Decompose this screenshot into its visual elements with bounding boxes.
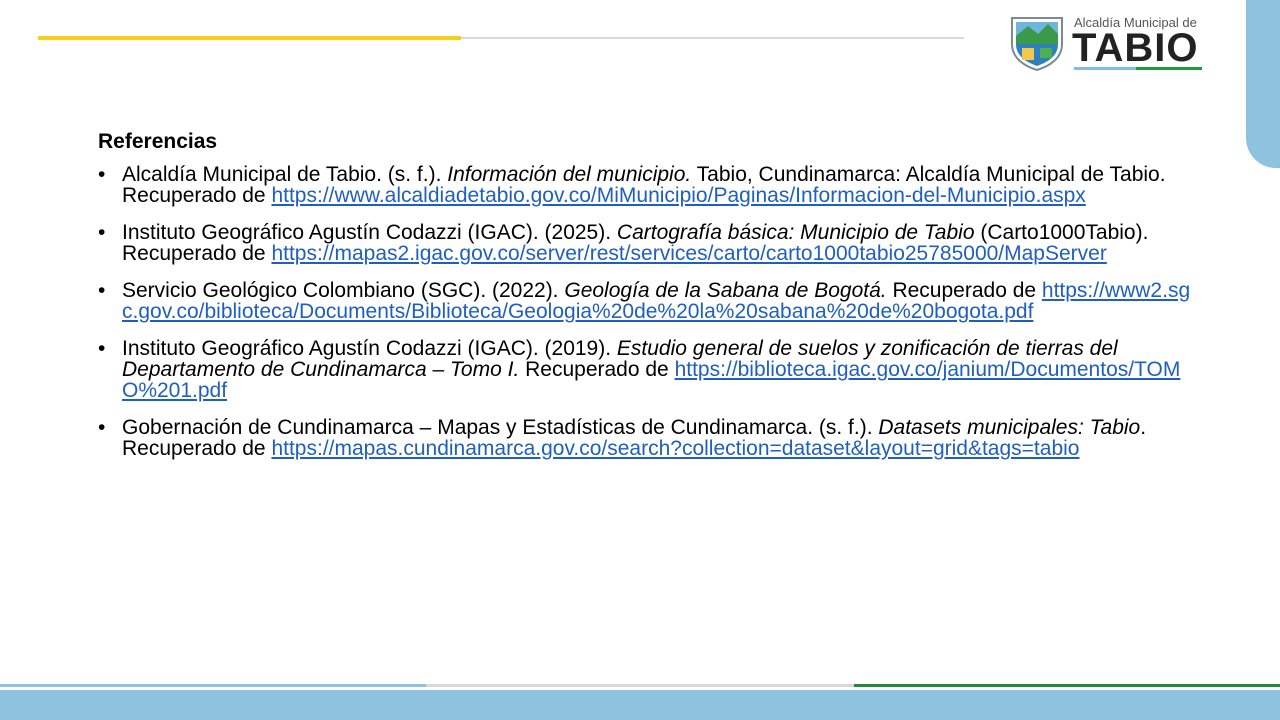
tabio-logo: Alcaldía Municipal de TABIO <box>1008 14 1208 72</box>
footer-line-gray <box>426 684 854 687</box>
reference-author: Instituto Geográfico Agustín Codazzi (IG… <box>122 221 617 244</box>
reference-title: Geología de la Sabana de Bogotá. <box>564 279 887 302</box>
reference-author: Servicio Geológico Colombiano (SGC). (20… <box>122 279 565 302</box>
reference-author: Gobernación de Cundinamarca – Mapas y Es… <box>122 416 879 439</box>
logo-underline-blue <box>1074 67 1136 70</box>
reference-item: • Servicio Geológico Colombiano (SGC). (… <box>98 280 1198 322</box>
bullet-icon: • <box>98 221 106 244</box>
footer-line-blue <box>0 684 426 687</box>
logo-title: TABIO <box>1072 26 1199 70</box>
reference-item: • Instituto Geográfico Agustín Codazzi (… <box>98 222 1198 264</box>
reference-author: Alcaldía Municipal de Tabio. (s. f.). <box>122 163 448 186</box>
references-section: Referencias • Alcaldía Municipal de Tabi… <box>98 130 1198 475</box>
reference-item: • Instituto Geográfico Agustín Codazzi (… <box>98 338 1198 401</box>
reference-link[interactable]: https://mapas.cundinamarca.gov.co/search… <box>271 437 1079 460</box>
reference-link[interactable]: https://mapas2.igac.gov.co/server/rest/s… <box>271 242 1106 265</box>
corner-decoration <box>1246 0 1280 168</box>
bullet-icon: • <box>98 279 106 302</box>
reference-item: • Alcaldía Municipal de Tabio. (s. f.). … <box>98 164 1198 206</box>
reference-title: Cartografía básica: Municipio de Tabio <box>616 221 975 244</box>
reference-title: Datasets municipales: Tabio <box>878 416 1141 439</box>
section-heading: Referencias <box>98 130 218 153</box>
footer-line-green <box>854 684 1280 687</box>
reference-author: Instituto Geográfico Agustín Codazzi (IG… <box>122 337 617 360</box>
bullet-icon: • <box>98 337 106 360</box>
header-accent-line <box>38 36 461 40</box>
reference-title: Información del municipio. <box>447 163 692 186</box>
bullet-icon: • <box>98 416 106 439</box>
bullet-icon: • <box>98 163 106 186</box>
reference-source: Recuperado de <box>886 279 1042 302</box>
reference-source: Recuperado de <box>519 358 675 381</box>
logo-underline-green <box>1136 67 1202 70</box>
reference-item: • Gobernación de Cundinamarca – Mapas y … <box>98 417 1198 459</box>
reference-link[interactable]: https://www.alcaldiadetabio.gov.co/MiMun… <box>271 184 1085 207</box>
references-list: • Alcaldía Municipal de Tabio. (s. f.). … <box>98 164 1198 459</box>
coat-of-arms-icon <box>1011 17 1063 72</box>
footer-band <box>0 690 1280 720</box>
